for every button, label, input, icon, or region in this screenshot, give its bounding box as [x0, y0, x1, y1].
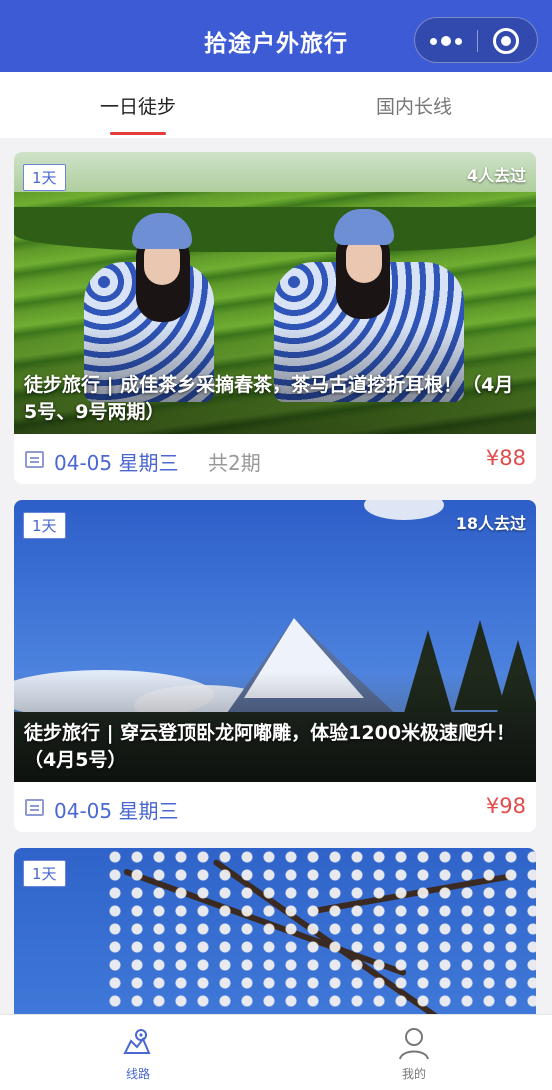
- trip-cover-image[interactable]: 1天 4人去过 徒步旅行 | 成佳茶乡采摘春茶，茶马古道挖折耳根！（4月5号、9…: [14, 152, 536, 434]
- blossom-branches: [104, 848, 536, 1008]
- nav-label-routes: 线路: [125, 1067, 150, 1081]
- target-circle-icon[interactable]: [493, 28, 519, 54]
- tab-domestic-long-route[interactable]: 国内长线: [276, 92, 552, 119]
- trip-info-row: 04-05 星期三 共2期 ¥88: [14, 434, 536, 484]
- duration-badge: 1天: [23, 860, 66, 887]
- more-dots-icon[interactable]: [415, 18, 477, 64]
- trip-cover-image[interactable]: 1天: [14, 848, 536, 1014]
- calendar-icon: [25, 451, 44, 468]
- calendar-icon: [25, 799, 44, 816]
- visitor-count: 4人去过: [466, 166, 526, 185]
- trip-price: ¥88: [485, 446, 526, 470]
- duration-badge: 1天: [23, 164, 66, 191]
- active-tab-indicator: [110, 132, 166, 135]
- capsule-divider: [477, 30, 478, 52]
- duration-badge: 1天: [23, 512, 66, 539]
- trip-card[interactable]: 1天: [14, 848, 536, 1014]
- trip-info-row: 04-05 星期三 ¥98: [14, 782, 536, 832]
- route-map-icon: [123, 1029, 151, 1054]
- bottom-tab-bar: 线路 我的: [0, 1014, 552, 1090]
- trip-date: 04-05 星期三: [54, 451, 179, 475]
- trip-title: 徒步旅行 | 穿云登顶卧龙阿嘟雕，体验1200米极速爬升！（4月5号）: [24, 722, 516, 771]
- visitor-count: 18人去过: [455, 514, 526, 533]
- mini-program-capsule: [414, 17, 538, 63]
- trip-periods: 共2期: [208, 451, 261, 475]
- nav-item-routes[interactable]: 线路: [0, 1021, 276, 1089]
- tab-one-day-hike[interactable]: 一日徒步: [0, 92, 276, 119]
- nav-item-mine[interactable]: 我的: [276, 1021, 552, 1089]
- trip-card[interactable]: 1天 4人去过 徒步旅行 | 成佳茶乡采摘春茶，茶马古道挖折耳根！（4月5号、9…: [14, 152, 536, 484]
- navigation-bar: 拾途户外旅行: [0, 0, 552, 72]
- category-tabs: 一日徒步 国内长线: [0, 72, 552, 138]
- person-icon: [399, 1028, 429, 1060]
- trip-cover-image[interactable]: 1天 18人去过 徒步旅行 | 穿云登顶卧龙阿嘟雕，体验1200米极速爬升！（4…: [14, 500, 536, 782]
- nav-label-mine: 我的: [401, 1067, 426, 1081]
- trip-date: 04-05 星期三: [54, 799, 179, 823]
- trip-price: ¥98: [485, 794, 526, 818]
- trip-title: 徒步旅行 | 成佳茶乡采摘春茶，茶马古道挖折耳根！（4月5号、9号两期）: [24, 374, 514, 423]
- trip-card[interactable]: 1天 18人去过 徒步旅行 | 穿云登顶卧龙阿嘟雕，体验1200米极速爬升！（4…: [14, 500, 536, 832]
